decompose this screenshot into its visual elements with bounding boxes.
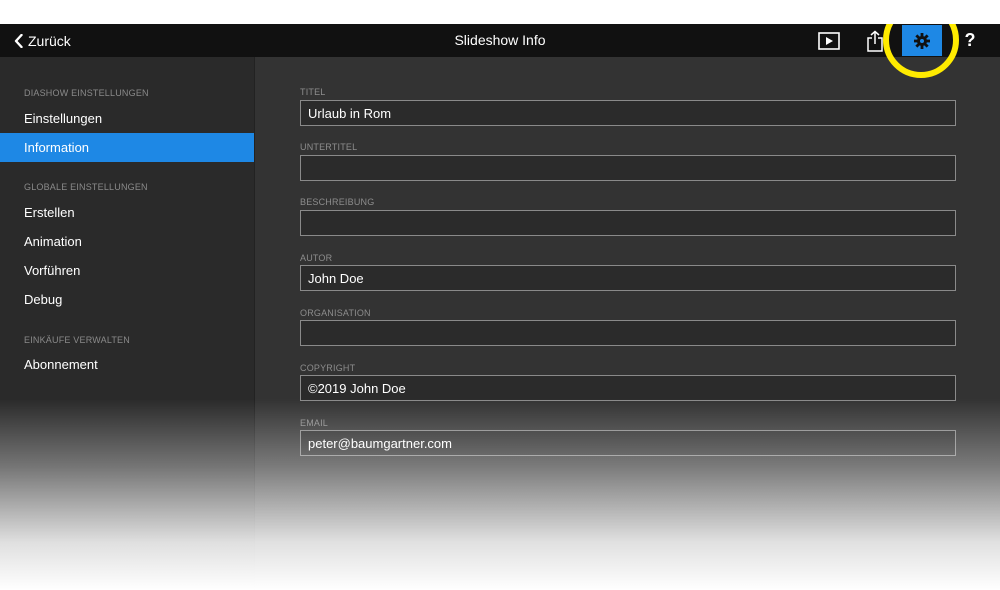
sidebar-item-vorfuehren[interactable]: Vorführen bbox=[0, 256, 254, 285]
chevron-left-icon bbox=[14, 33, 23, 48]
help-button[interactable]: ? bbox=[958, 24, 982, 57]
author-input[interactable] bbox=[300, 265, 956, 291]
section-header-purchases: EINKÄUFE VERWALTEN bbox=[24, 335, 130, 345]
sidebar-item-animation[interactable]: Animation bbox=[0, 227, 254, 256]
field-label-copyright: COPYRIGHT bbox=[300, 363, 356, 373]
title-input[interactable] bbox=[300, 100, 956, 126]
page-title: Slideshow Info bbox=[454, 32, 546, 48]
sidebar-item-abonnement[interactable]: Abonnement bbox=[0, 350, 254, 379]
info-form: TITEL UNTERTITEL BESCHREIBUNG AUTOR ORGA… bbox=[255, 57, 1000, 590]
settings-button[interactable] bbox=[902, 25, 942, 56]
play-button[interactable] bbox=[817, 24, 841, 57]
field-label-autor: AUTOR bbox=[300, 253, 333, 263]
sidebar-item-erstellen[interactable]: Erstellen bbox=[0, 198, 254, 227]
back-button[interactable]: Zurück bbox=[14, 24, 71, 57]
play-icon bbox=[818, 31, 840, 50]
organisation-input[interactable] bbox=[300, 320, 956, 346]
question-mark-icon: ? bbox=[964, 30, 976, 50]
sidebar-item-information[interactable]: Information bbox=[0, 133, 254, 162]
subtitle-input[interactable] bbox=[300, 155, 956, 181]
share-button[interactable] bbox=[864, 24, 886, 57]
section-header-global: GLOBALE EINSTELLUNGEN bbox=[24, 182, 148, 192]
field-label-titel: TITEL bbox=[300, 87, 326, 97]
field-label-email: EMAIL bbox=[300, 418, 329, 428]
gear-icon bbox=[914, 32, 930, 49]
top-toolbar: Zurück Slideshow Info ? bbox=[0, 24, 1000, 57]
section-header-slideshow: DIASHOW EINSTELLUNGEN bbox=[24, 88, 149, 98]
back-label: Zurück bbox=[28, 32, 71, 49]
sidebar-item-einstellungen[interactable]: Einstellungen bbox=[0, 104, 254, 133]
sidebar-item-debug[interactable]: Debug bbox=[0, 285, 254, 314]
sidebar: DIASHOW EINSTELLUNGEN Einstellungen Info… bbox=[0, 57, 255, 590]
field-label-beschreibung: BESCHREIBUNG bbox=[300, 197, 375, 207]
field-label-organisation: ORGANISATION bbox=[300, 308, 371, 318]
email-input[interactable] bbox=[300, 430, 956, 456]
field-label-untertitel: UNTERTITEL bbox=[300, 142, 358, 152]
app-window: Zurück Slideshow Info ? DIASHOW EINSTELL… bbox=[0, 24, 1000, 590]
description-input[interactable] bbox=[300, 210, 956, 236]
copyright-input[interactable] bbox=[300, 375, 956, 401]
share-icon bbox=[867, 30, 883, 52]
